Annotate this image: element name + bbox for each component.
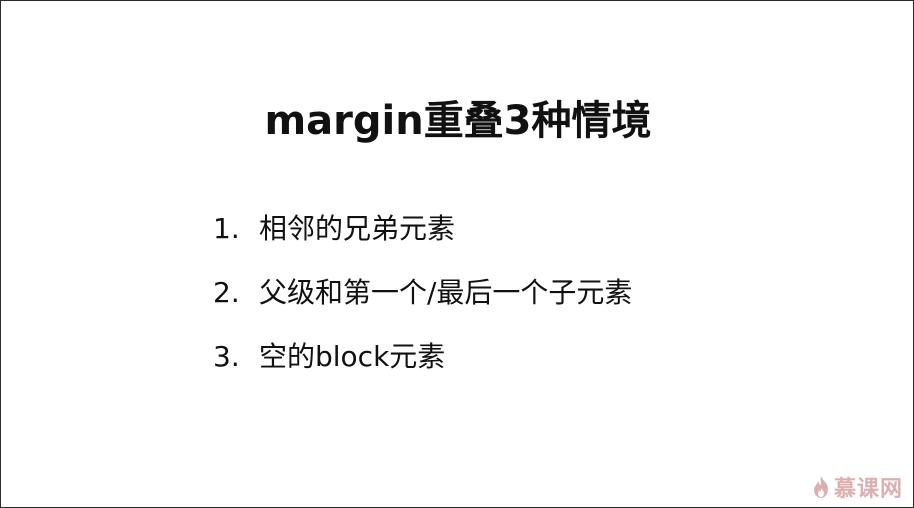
watermark: 慕课网: [812, 471, 903, 503]
list-item: 2. 父级和第一个/最后一个子元素: [213, 261, 632, 325]
slide: margin重叠3种情境 1. 相邻的兄弟元素 2. 父级和第一个/最后一个子元…: [0, 0, 914, 508]
list-item-number: 2.: [213, 276, 240, 309]
slide-title: margin重叠3种情境: [264, 98, 652, 144]
list-item-text: 空的block元素: [259, 340, 446, 373]
watermark-text: 慕课网: [833, 477, 903, 502]
list-item: 3. 空的block元素: [213, 325, 632, 389]
list-item-text: 父级和第一个/最后一个子元素: [259, 276, 633, 309]
list-item-number: 1.: [213, 212, 240, 245]
list-item-number: 3.: [213, 340, 240, 373]
bullet-list: 1. 相邻的兄弟元素 2. 父级和第一个/最后一个子元素 3. 空的block元…: [213, 197, 632, 389]
flame-logo-icon: [813, 476, 828, 498]
list-item: 1. 相邻的兄弟元素: [213, 197, 632, 261]
list-item-text: 相邻的兄弟元素: [259, 212, 456, 245]
